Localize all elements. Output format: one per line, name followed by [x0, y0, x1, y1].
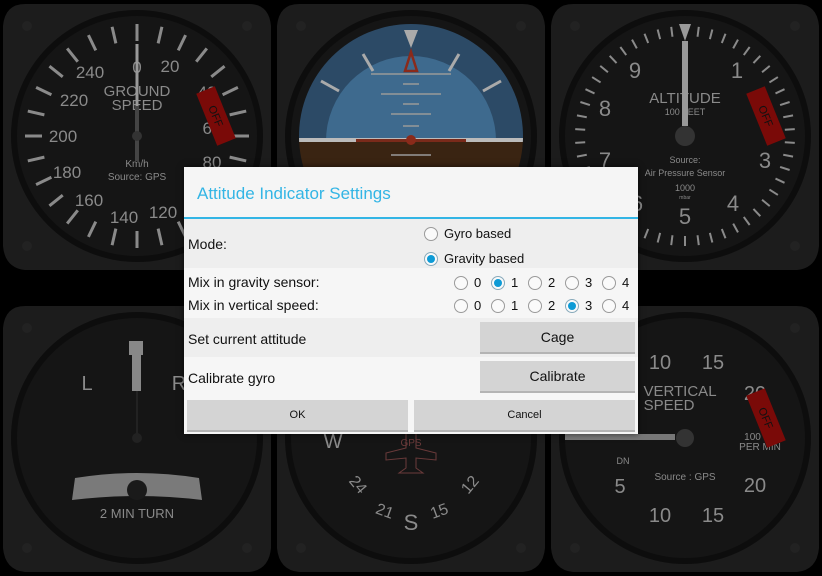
- alt-tick-9: 9: [629, 58, 641, 83]
- gauge-tick: [575, 141, 586, 144]
- alt-pressure-unit: mbar: [679, 195, 691, 201]
- vsi-tick-20-dn: 20: [744, 475, 766, 497]
- gravity-mix-option-3[interactable]: 3: [565, 275, 592, 290]
- radio-circle: [528, 298, 542, 313]
- radio-circle: [602, 298, 616, 313]
- dialog-title: Attitude Indicator Settings: [197, 184, 391, 203]
- radio-label: 3: [585, 298, 593, 313]
- mode-row: Mode: Gyro based Gravity based: [184, 219, 638, 268]
- gauge-tick: [575, 128, 586, 131]
- gs-tick-200: 200: [49, 127, 77, 146]
- gs-tick-220: 220: [60, 91, 88, 110]
- attitude-settings-dialog: Attitude Indicator Settings Mode: Gyro b…: [184, 167, 638, 434]
- radio-label: 0: [474, 275, 482, 290]
- gravity-mix-option-1[interactable]: 1: [491, 275, 518, 290]
- turn-caption: 2 MIN TURN: [100, 506, 174, 521]
- vsi-tick-15-up: 15: [702, 352, 724, 374]
- gauge-tick: [696, 235, 700, 246]
- radio-label: 2: [548, 275, 556, 290]
- gauge-tick: [784, 128, 795, 131]
- vertical-mix-option-0[interactable]: 0: [454, 298, 481, 313]
- alt-source-2: Air Pressure Sensor: [645, 168, 726, 178]
- mode-gyro-radio[interactable]: Gyro based: [424, 226, 511, 241]
- alt-tick-4: 4: [727, 191, 739, 216]
- vsi-title-2: SPEED: [644, 397, 695, 414]
- vertical-mix-option-3[interactable]: 3: [565, 298, 592, 313]
- dialog-header: Attitude Indicator Settings: [184, 167, 638, 217]
- hdg-w: W: [324, 431, 343, 453]
- vsi-tick-10-dn: 10: [649, 505, 671, 527]
- radio-circle: [528, 275, 542, 290]
- vertical-mix-option-1[interactable]: 1: [491, 298, 518, 313]
- calibrate-label: Calibrate gyro: [188, 370, 276, 386]
- alt-tick-3: 3: [759, 148, 771, 173]
- radio-label: 3: [585, 275, 593, 290]
- radio-circle: [454, 275, 468, 290]
- alt-pressure: 1000: [675, 183, 695, 193]
- gravity-mix-option-0[interactable]: 0: [454, 275, 481, 290]
- cancel-button[interactable]: Cancel: [414, 400, 635, 432]
- radio-circle: [602, 275, 616, 290]
- radio-circle: [424, 226, 438, 241]
- hdg-gps: GPS: [400, 438, 421, 449]
- gravity-mix-label: Mix in gravity sensor:: [188, 274, 320, 290]
- gs-tick-140: 140: [110, 208, 138, 227]
- radio-label: 2: [548, 298, 556, 313]
- vsi-tick-5-dn: 5: [614, 476, 625, 498]
- vsi-down: DN: [617, 456, 630, 466]
- alt-tick-1: 1: [731, 58, 743, 83]
- mode-label: Mode:: [188, 236, 227, 252]
- radio-circle: [454, 298, 468, 313]
- radio-label: 0: [474, 298, 482, 313]
- gs-source: Source: GPS: [108, 172, 167, 183]
- ok-button[interactable]: OK: [187, 400, 408, 432]
- gs-tick-160: 160: [75, 191, 103, 210]
- radio-label: 4: [622, 298, 630, 313]
- radio-circle-selected: [491, 275, 505, 290]
- set-attitude-row: Set current attitude Cage: [184, 318, 638, 357]
- radio-label: 1: [511, 275, 519, 290]
- gravity-mix-option-4[interactable]: 4: [602, 275, 629, 290]
- vsi-tick-15-dn: 15: [702, 505, 724, 527]
- gauge-tick: [670, 235, 674, 246]
- mix-rows: Mix in gravity sensor: Mix in vertical s…: [184, 268, 638, 318]
- mode-gravity-radio[interactable]: Gravity based: [424, 251, 524, 266]
- alt-tick-8: 8: [599, 96, 611, 121]
- gauge-tick: [696, 26, 700, 37]
- gravity-mix-option-2[interactable]: 2: [528, 275, 555, 290]
- radio-circle-selected: [424, 251, 438, 266]
- dialog-buttons: OK Cancel: [184, 396, 638, 434]
- radio-circle: [565, 275, 579, 290]
- vertical-mix-label: Mix in vertical speed:: [188, 297, 319, 313]
- radio-label: Gyro based: [444, 226, 512, 241]
- gs-tick-20: 20: [161, 57, 180, 76]
- alt-tick-5: 5: [679, 204, 691, 229]
- vsi-tick-10-up: 10: [649, 352, 671, 374]
- vsi-source: Source : GPS: [654, 472, 715, 483]
- radio-label: 4: [622, 275, 630, 290]
- gs-tick-120: 120: [149, 203, 177, 222]
- hdg-s: S: [404, 510, 419, 535]
- vertical-mix-option-4[interactable]: 4: [602, 298, 629, 313]
- calibrate-button[interactable]: Calibrate: [480, 361, 635, 393]
- gs-tick-180: 180: [53, 163, 81, 182]
- set-attitude-label: Set current attitude: [188, 331, 307, 347]
- gauge-tick: [784, 141, 795, 144]
- gs-tick-240: 240: [76, 63, 104, 82]
- radio-circle-selected: [565, 298, 579, 313]
- vertical-mix-option-2[interactable]: 2: [528, 298, 555, 313]
- alt-source-1: Source:: [669, 155, 700, 165]
- gauge-tick: [670, 26, 674, 37]
- cage-button[interactable]: Cage: [480, 322, 635, 354]
- radio-label: Gravity based: [444, 251, 525, 266]
- turn-left: L: [81, 373, 92, 395]
- radio-circle: [491, 298, 505, 313]
- calibrate-row: Calibrate gyro Calibrate: [184, 357, 638, 396]
- radio-label: 1: [511, 298, 519, 313]
